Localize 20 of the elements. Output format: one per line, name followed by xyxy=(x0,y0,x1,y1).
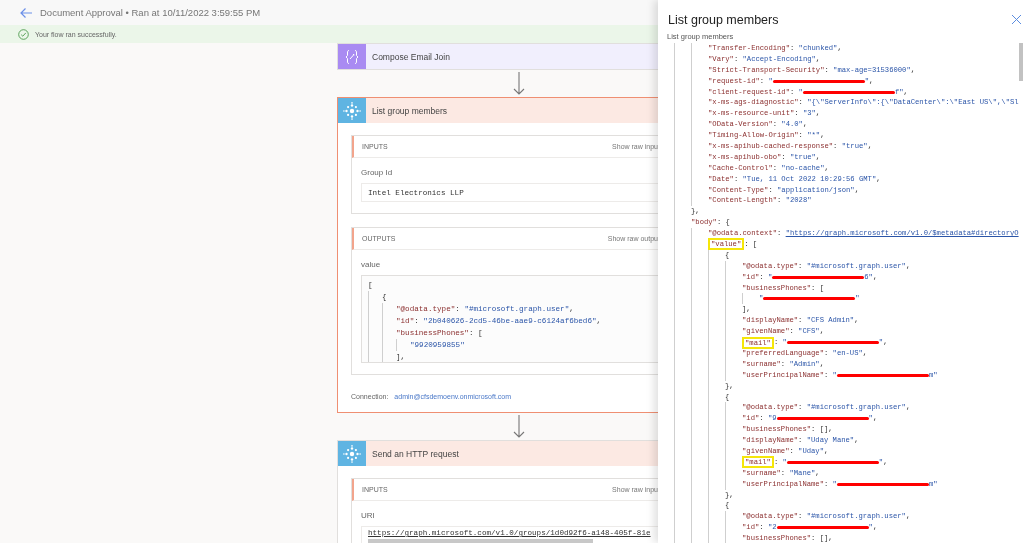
back-arrow-icon[interactable] xyxy=(19,6,33,19)
snowflake-dots-icon xyxy=(343,101,361,120)
step-card[interactable]: Compose Email Join xyxy=(337,43,658,70)
braces-icon xyxy=(344,48,360,65)
snowflake-dots-icon xyxy=(343,444,361,463)
step-title: List group members xyxy=(372,105,448,116)
field-label: URI xyxy=(361,511,376,520)
field-label: value xyxy=(361,260,382,269)
flow-title: Document Approval • Ran at 10/11/2022 3:59:55 PM xyxy=(40,7,261,18)
close-icon[interactable] xyxy=(1011,14,1022,25)
panel-title: List group members xyxy=(668,12,779,27)
step-card[interactable] xyxy=(337,97,658,413)
field-label: Group Id xyxy=(361,168,394,177)
check-circle-icon xyxy=(18,28,29,40)
connector-arrow xyxy=(513,415,525,439)
step-title: Compose Email Join xyxy=(372,51,450,62)
step-title: Send an HTTP request xyxy=(372,448,459,459)
scrollbar[interactable] xyxy=(368,539,593,543)
scrollbar[interactable] xyxy=(1019,43,1023,81)
connector-arrow xyxy=(513,72,525,96)
